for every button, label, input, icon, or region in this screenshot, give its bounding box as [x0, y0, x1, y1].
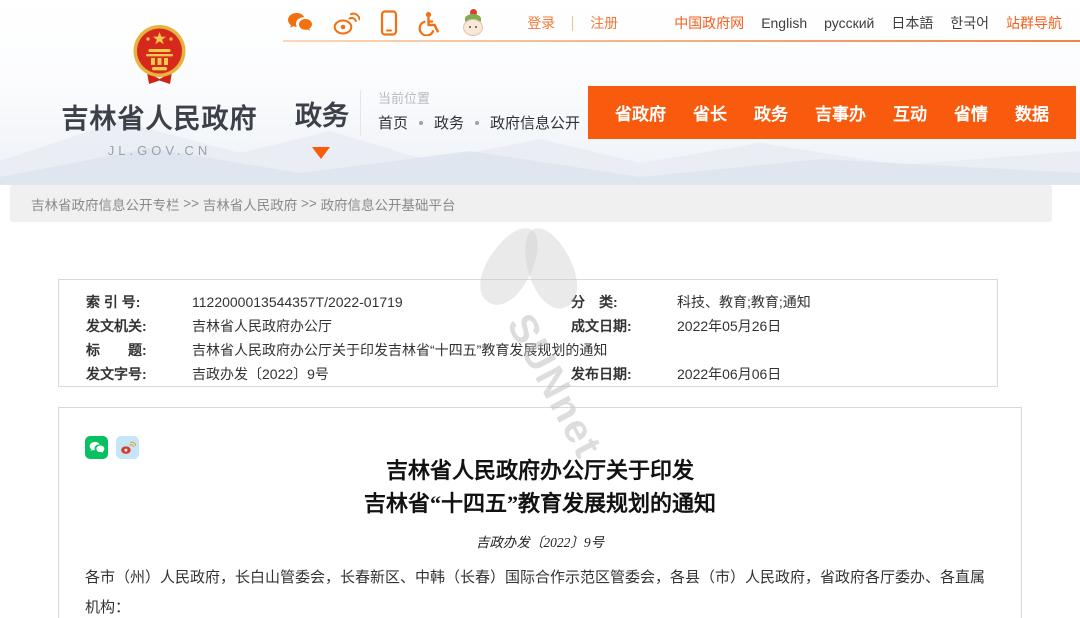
link-gov-cn[interactable]: 中国政府网: [674, 13, 744, 33]
national-emblem-icon: [133, 25, 186, 84]
path-item-provincial-gov[interactable]: 吉林省人民政府: [203, 194, 298, 214]
meta-label: 发文字号:: [86, 366, 147, 382]
weibo-share-icon[interactable]: [116, 436, 139, 459]
meta-left-column: 索 引 号: 1122000013544357T/2022-01719 发文机关…: [86, 290, 607, 386]
document-number: 吉政办发〔2022〕9号: [475, 535, 605, 550]
section-menu-zhengwu[interactable]: 政务: [295, 94, 349, 133]
nav-zhengwu[interactable]: 政务: [754, 100, 788, 125]
accessibility-icon[interactable]: [418, 11, 441, 36]
meta-row-document-number: 发文字号: 吉政办发〔2022〕9号: [86, 362, 607, 386]
meta-label: 分 类:: [571, 294, 618, 310]
site-domain: JL.GOV.CN: [107, 143, 212, 158]
nav-provincial-government[interactable]: 省政府: [615, 100, 666, 125]
meta-label: 索 引 号:: [86, 294, 141, 310]
link-russian[interactable]: русский: [824, 15, 874, 31]
meta-value: 2022年05月26日: [677, 318, 782, 334]
meta-value: 1122000013544357T/2022-01719: [192, 294, 403, 310]
path-item-disclosure-platform[interactable]: 政府信息公开基础平台: [321, 194, 456, 214]
divider: [360, 90, 361, 136]
link-site-navigation[interactable]: 站群导航: [1006, 13, 1062, 33]
topbar-rule: [283, 40, 1080, 42]
divider: [572, 15, 574, 31]
link-korean[interactable]: 한국어: [950, 13, 989, 33]
mascot-icon[interactable]: [461, 8, 485, 37]
breadcrumb-zhengwu[interactable]: 政务: [434, 112, 464, 133]
meta-label: 标 题:: [86, 342, 147, 358]
topbar-links: 登录 注册 中国政府网 English русский 日本語 한국어 站群导航: [527, 13, 1062, 33]
site-name: 吉林省人民政府: [61, 104, 258, 134]
register-link[interactable]: 注册: [590, 13, 618, 33]
meta-row-category: 分 类: 科技、教育;教育;通知: [571, 290, 811, 314]
wechat-icon[interactable]: [287, 12, 313, 34]
document-title-line1: 吉林省人民政府办公厅关于印发: [385, 458, 694, 483]
page-header: 登录 注册 中国政府网 English русский 日本語 한국어 站群导航…: [0, 0, 1080, 185]
mobile-icon[interactable]: [380, 10, 398, 36]
breadcrumb-info-disclosure[interactable]: 政府信息公开: [490, 112, 580, 133]
meta-row-title: 标 题: 吉林省人民政府办公厅关于印发吉林省“十四五”教育发展规划的通知: [86, 338, 607, 362]
topbar-social-icons: [287, 8, 485, 37]
meta-label: 发布日期:: [571, 366, 632, 382]
meta-row-written-date: 成文日期: 2022年05月26日: [571, 314, 811, 338]
meta-value: 科技、教育;教育;通知: [677, 294, 811, 310]
dot-separator: [419, 120, 424, 125]
meta-value: 2022年06月06日: [677, 366, 782, 382]
nav-governor[interactable]: 省长: [693, 100, 727, 125]
chevron-down-icon: [312, 147, 330, 159]
meta-right-column: 分 类: 科技、教育;教育;通知 成文日期: 2022年05月26日 发布日期:…: [571, 290, 811, 386]
site-logo[interactable]: 吉林省人民政府 JL.GOV.CN: [52, 24, 267, 158]
wechat-share-icon[interactable]: [85, 436, 108, 459]
document-title-line2: 吉林省“十四五”教育发展规划的通知: [363, 491, 716, 516]
meta-label: 发文机关:: [86, 318, 147, 334]
document-meta-table: 索 引 号: 1122000013544357T/2022-01719 发文机关…: [58, 279, 998, 387]
mascot-eye: [475, 25, 477, 28]
login-link[interactable]: 登录: [527, 13, 555, 33]
path-separator: >>: [297, 196, 321, 211]
link-japanese[interactable]: 日本語: [891, 13, 933, 33]
dot-separator: [475, 120, 480, 125]
current-location-label: 当前位置: [378, 91, 431, 106]
mascot-eye: [469, 25, 471, 28]
meta-label: 成文日期:: [571, 318, 632, 334]
meta-value: 吉林省人民政府办公厅: [192, 318, 332, 334]
nav-jishiban[interactable]: 吉事办: [815, 100, 866, 125]
path-item-disclosure-column[interactable]: 吉林省政府信息公开专栏: [31, 194, 180, 214]
nav-province-profile[interactable]: 省情: [954, 100, 988, 125]
nav-interaction[interactable]: 互动: [893, 100, 927, 125]
path-bar: 吉林省政府信息公开专栏 >> 吉林省人民政府 >> 政府信息公开基础平台: [10, 185, 1052, 222]
document-paragraph: 各市（州）人民政府，长白山管委会，长春新区、中韩（长春）国际合作示范区管委会，各…: [85, 570, 986, 616]
breadcrumb: 首页 政务 政府信息公开: [378, 112, 580, 133]
meta-row-publish-date: 发布日期: 2022年06月06日: [571, 362, 811, 386]
document-body: 吉林省人民政府办公厅关于印发 吉林省“十四五”教育发展规划的通知 吉政办发〔20…: [58, 407, 1022, 618]
main-navigation: 省政府 省长 政务 吉事办 互动 省情 数据: [588, 86, 1076, 139]
meta-value: 吉政办发〔2022〕9号: [192, 366, 329, 382]
weibo-icon[interactable]: [333, 12, 360, 35]
meta-row-issuing-agency: 发文机关: 吉林省人民政府办公厅: [86, 314, 607, 338]
path-separator: >>: [179, 196, 203, 211]
meta-row-index-number: 索 引 号: 1122000013544357T/2022-01719: [86, 290, 607, 314]
link-english[interactable]: English: [761, 15, 807, 31]
share-buttons: [85, 436, 139, 459]
nav-data[interactable]: 数据: [1015, 100, 1049, 125]
meta-value: 吉林省人民政府办公厅关于印发吉林省“十四五”教育发展规划的通知: [192, 342, 608, 358]
mascot-face: [463, 18, 483, 36]
breadcrumb-home[interactable]: 首页: [378, 112, 408, 133]
